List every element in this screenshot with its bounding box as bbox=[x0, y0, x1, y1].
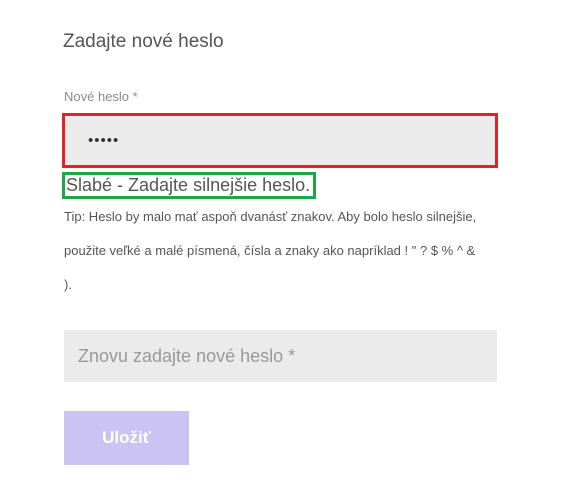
form-title: Zadajte nové heslo bbox=[63, 31, 224, 52]
confirm-password-input[interactable] bbox=[64, 330, 497, 382]
password-strength-message: Slabé - Zadajte silnejšie heslo. bbox=[62, 172, 317, 199]
password-hint: Tip: Heslo by malo mať aspoň dvanásť zna… bbox=[64, 209, 477, 292]
new-password-input[interactable] bbox=[62, 113, 498, 168]
new-password-label: Nové heslo * bbox=[64, 89, 138, 104]
save-button[interactable]: Uložiť bbox=[64, 411, 189, 465]
